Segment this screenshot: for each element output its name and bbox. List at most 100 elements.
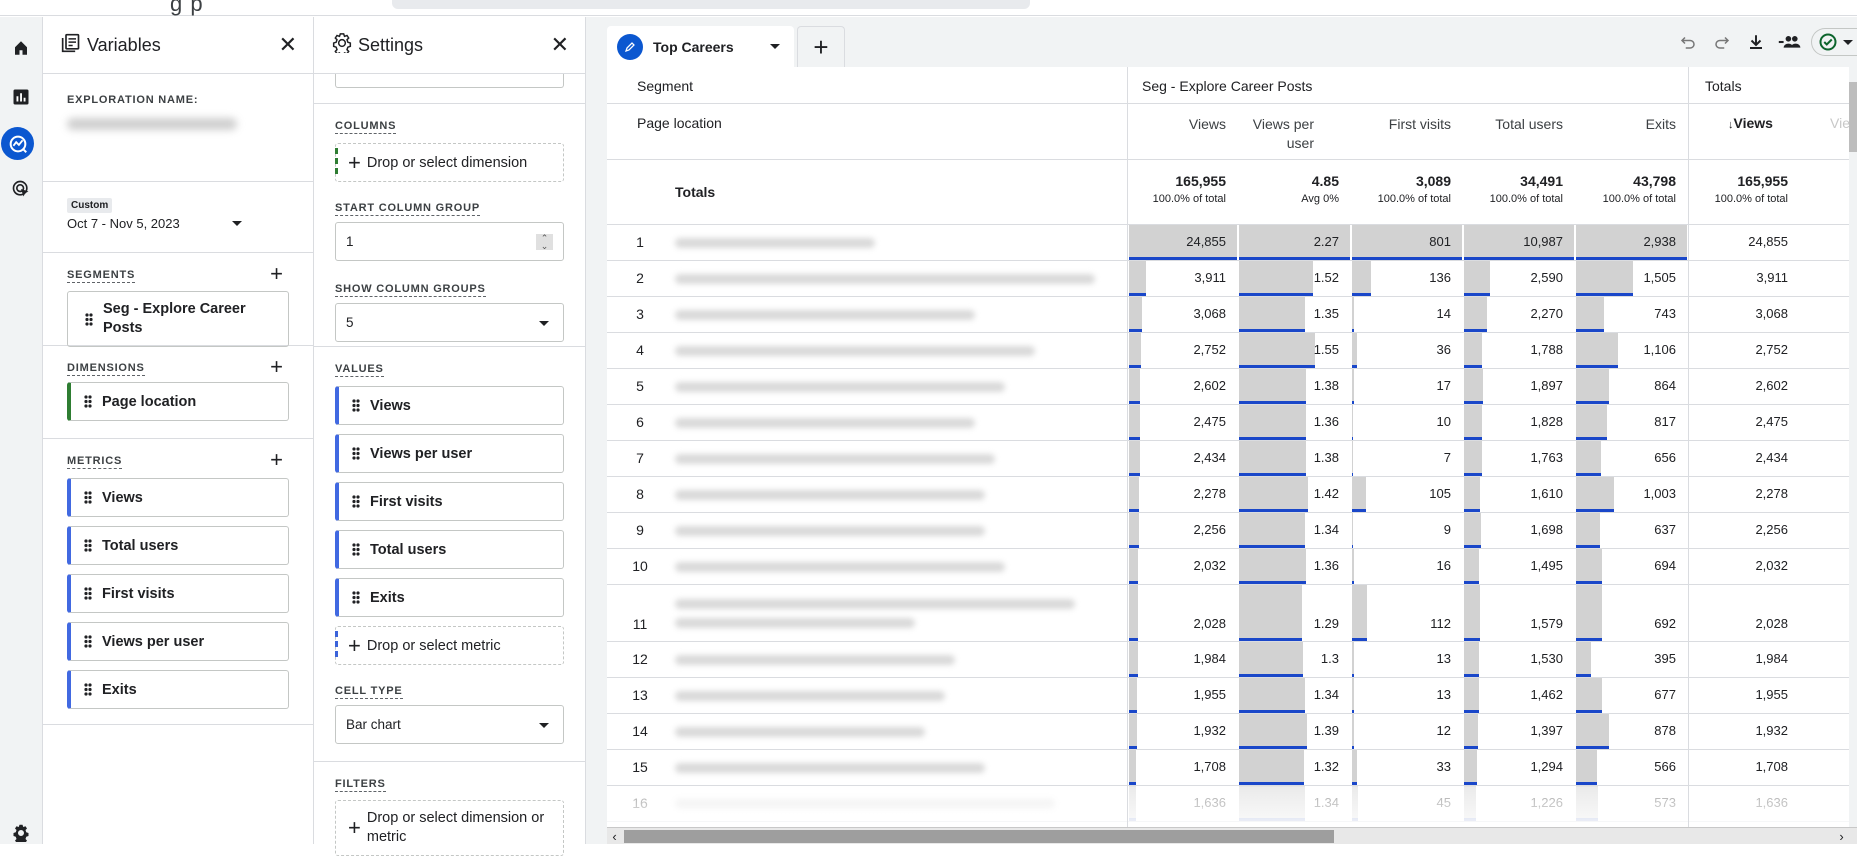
reports-icon[interactable] [5, 81, 37, 113]
value-chip[interactable]: Exits [335, 578, 564, 617]
drag-handle-icon[interactable] [352, 591, 360, 604]
download-icon[interactable] [1739, 27, 1773, 57]
table-row[interactable]: 3 3,068 1.35 14 2,270 743 3,068 [607, 297, 1857, 333]
column-header-views-per-user[interactable]: Views per user [1238, 115, 1314, 153]
column-header-first-visits[interactable]: First visits [1351, 115, 1451, 134]
tab-menu-caret-icon[interactable] [770, 44, 780, 49]
date-range-selector[interactable]: Oct 7 - Nov 5, 2023 [67, 216, 247, 231]
metric-chip[interactable]: Total users [67, 526, 289, 565]
page-location-cell[interactable] [675, 274, 1095, 284]
drag-handle-icon[interactable] [84, 635, 92, 648]
drag-handle-icon[interactable] [352, 543, 360, 556]
table-row[interactable]: 14 1,932 1.39 12 1,397 878 1,932 [607, 714, 1857, 750]
table-row[interactable]: 11 2,028 1.29 112 1,579 692 2,028 [607, 585, 1857, 642]
table-row[interactable]: 6 2,475 1.36 10 1,828 817 2,475 [607, 405, 1857, 441]
segment-chip[interactable]: Seg - Explore Career Posts [67, 291, 289, 347]
dimension-header[interactable]: Page location [637, 115, 722, 131]
value-chip[interactable]: First visits [335, 482, 564, 521]
metric-chip[interactable]: Views per user [67, 622, 289, 661]
drag-handle-icon[interactable] [85, 312, 93, 326]
drag-handle-icon[interactable] [84, 539, 92, 552]
value-chip[interactable]: Total users [335, 530, 564, 569]
metric-chip[interactable]: First visits [67, 574, 289, 613]
drag-handle-icon[interactable] [84, 587, 92, 600]
column-header-views[interactable]: Views [1128, 115, 1226, 134]
page-location-cell[interactable] [675, 727, 925, 737]
add-dimension-button[interactable]: + [270, 356, 283, 378]
page-location-cell[interactable] [675, 238, 875, 248]
column-header-total-users[interactable]: Total users [1463, 115, 1563, 134]
page-location-cell[interactable] [675, 418, 975, 428]
page-location-cell[interactable] [675, 799, 1055, 809]
horizontal-scrollbar[interactable]: ‹ › [607, 827, 1857, 844]
table-row[interactable]: 15 1,708 1.32 33 1,294 566 1,708 [607, 750, 1857, 786]
tab-top-careers[interactable]: Top Careers [607, 26, 794, 67]
search-bar[interactable] [392, 0, 1030, 9]
partial-field[interactable] [335, 74, 564, 88]
table-row[interactable]: 10 2,032 1.36 16 1,495 694 2,032 [607, 549, 1857, 585]
explore-icon[interactable] [1, 127, 34, 160]
drag-handle-icon[interactable] [84, 395, 92, 408]
table-row[interactable]: 8 2,278 1.42 105 1,610 1,003 2,278 [607, 477, 1857, 513]
column-header-exits[interactable]: Exits [1575, 115, 1676, 134]
start-column-group-input[interactable]: 1 ⌃ ⌄ [335, 222, 564, 261]
share-icon[interactable] [1773, 27, 1807, 57]
close-variables-icon[interactable]: ✕ [279, 34, 297, 56]
page-location-cell[interactable] [675, 310, 975, 320]
table-row[interactable]: 9 2,256 1.34 9 1,698 637 2,256 [607, 513, 1857, 549]
dimension-chip[interactable]: Page location [67, 382, 289, 421]
add-metric-button[interactable]: + [270, 449, 283, 471]
close-settings-icon[interactable]: ✕ [551, 34, 569, 56]
page-location-cell[interactable] [675, 763, 985, 773]
home-icon[interactable] [5, 32, 37, 64]
status-check-button[interactable] [1811, 28, 1857, 56]
table-row[interactable]: 16 1,636 1.34 45 1,226 573 1,636 [607, 786, 1857, 822]
scroll-right-icon[interactable]: › [1834, 828, 1849, 844]
drag-handle-icon[interactable] [84, 683, 92, 696]
drag-handle-icon[interactable] [352, 495, 360, 508]
value-chip[interactable]: Views per user [335, 434, 564, 473]
table-row[interactable]: 1 24,855 2.27 801 10,987 2,938 24,855 [607, 225, 1857, 261]
table-row[interactable]: 2 3,911 1.52 136 2,590 1,505 3,911 [607, 261, 1857, 297]
redo-icon[interactable] [1705, 27, 1739, 57]
value-chip[interactable]: Views [335, 386, 564, 425]
exploration-name-input[interactable] [67, 118, 237, 130]
page-location-cell[interactable] [675, 562, 1005, 572]
table-row[interactable]: 5 2,602 1.38 17 1,897 864 2,602 [607, 369, 1857, 405]
page-location-cell[interactable] [675, 526, 985, 536]
drag-handle-icon[interactable] [84, 491, 92, 504]
vertical-scrollbar[interactable] [1849, 67, 1857, 827]
drag-handle-icon[interactable] [352, 399, 360, 412]
spinner-arrows-icon[interactable]: ⌃ ⌄ [536, 234, 553, 251]
drag-handle-icon[interactable] [352, 447, 360, 460]
filters-drop-zone[interactable]: + Drop or select dimension or metric [335, 800, 564, 856]
page-location-cell[interactable] [675, 691, 945, 701]
page-location-cell[interactable] [675, 346, 1035, 356]
add-segment-button[interactable]: + [270, 263, 283, 285]
settings-gear-icon[interactable] [5, 817, 37, 849]
metric-chip[interactable]: Exits [67, 670, 289, 709]
page-location-cell[interactable] [675, 490, 985, 500]
horizontal-scroll-thumb[interactable] [624, 830, 1334, 843]
next-column-header-partial[interactable]: Vie [1830, 115, 1850, 131]
cell-type-select[interactable]: Bar chart [335, 705, 564, 744]
page-location-cell[interactable] [675, 599, 1075, 609]
page-location-cell[interactable] [675, 382, 1005, 392]
page-location-cell[interactable] [675, 655, 955, 665]
edit-pencil-icon[interactable] [617, 33, 643, 60]
vertical-scroll-thumb[interactable] [1849, 82, 1857, 152]
table-row[interactable]: 13 1,955 1.34 13 1,462 677 1,955 [607, 678, 1857, 714]
columns-drop-zone[interactable]: + Drop or select dimension [335, 143, 564, 182]
scroll-left-icon[interactable]: ‹ [607, 828, 622, 844]
advertising-icon[interactable] [5, 173, 37, 205]
metric-chip[interactable]: Views [67, 478, 289, 517]
undo-icon[interactable] [1671, 27, 1705, 57]
page-location-cell[interactable] [675, 454, 995, 464]
table-row[interactable]: 4 2,752 1.55 36 1,788 1,106 2,752 [607, 333, 1857, 369]
table-row[interactable]: 12 1,984 1.3 13 1,530 395 1,984 [607, 642, 1857, 678]
totals-views-sorted-header[interactable]: ↓Views [1728, 115, 1773, 131]
show-column-groups-select[interactable]: 5 [335, 303, 564, 342]
add-tab-button[interactable]: + [797, 26, 845, 67]
table-row[interactable]: 7 2,434 1.38 7 1,763 656 2,434 [607, 441, 1857, 477]
values-drop-zone[interactable]: + Drop or select metric [335, 626, 564, 665]
